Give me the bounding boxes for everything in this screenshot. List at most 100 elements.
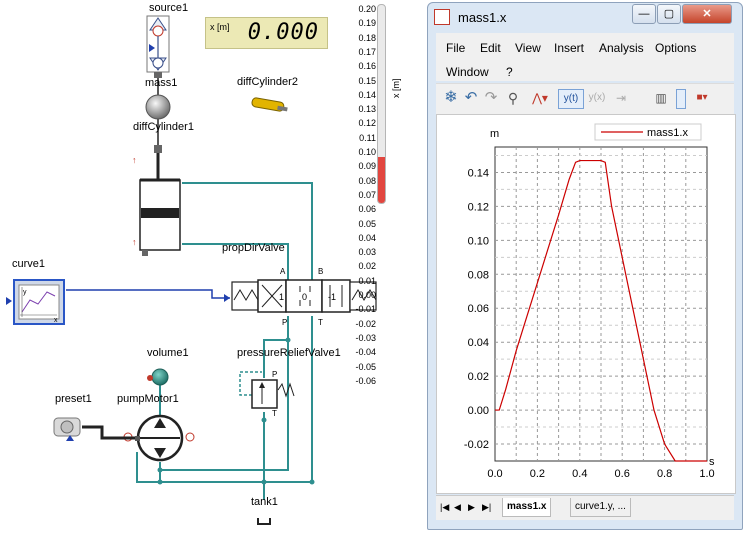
cylinder-rod-flange xyxy=(154,145,162,153)
diff-cylinder2-icon[interactable] xyxy=(251,97,288,112)
scale-tick-label: 0.03 xyxy=(358,247,376,258)
nav-last[interactable]: ▶| xyxy=(478,498,495,516)
port-p-label: P xyxy=(282,318,287,327)
scale-tick-label: -0.06 xyxy=(355,375,376,386)
scale-tick-label: 0.20 xyxy=(358,4,376,14)
plot-area[interactable]: 0.14 0.12 0.10 0.08 0.06 0.04 0.02 0.00 -0.02 0.0… xyxy=(436,114,736,494)
scale-tick-label: 0.18 xyxy=(358,32,376,43)
scale-tick-label: 0.11 xyxy=(359,132,376,143)
pressure-relief-valve-component[interactable] xyxy=(239,371,295,409)
menu-edit[interactable]: Edit xyxy=(480,41,501,55)
scale-tick-label: 0.17 xyxy=(358,46,376,57)
curve-icon[interactable]: ⋀▾ xyxy=(528,89,552,107)
menu-window[interactable]: Window xyxy=(446,65,489,79)
y-axis-label: m xyxy=(490,128,499,140)
scale-tick-label: 0.07 xyxy=(358,189,376,200)
x-tick-label: 0.2 xyxy=(530,468,545,480)
color-icon[interactable]: ■▾ xyxy=(692,89,712,107)
tab-bar: |◀ ◀ ▶ ▶| mass1.x curve1.y, ... xyxy=(436,495,734,520)
nav-prev[interactable]: ◀ xyxy=(450,498,465,516)
scale-tick-label: 0.02 xyxy=(358,261,376,272)
display-value: 0.000 xyxy=(247,20,319,45)
position-display: x [m] 0.000 xyxy=(205,17,328,49)
y-tick-label: 0.14 xyxy=(468,167,489,179)
curve-axis-y: y xyxy=(23,289,27,296)
x-tick-label: 1.0 xyxy=(699,468,714,480)
snowflake-icon[interactable]: ❄ xyxy=(442,89,460,107)
x-tick-label: 0.8 xyxy=(657,468,672,480)
menu-file[interactable]: File xyxy=(446,41,465,55)
zoom-icon[interactable]: ⚲ xyxy=(504,89,522,107)
scale-tick-label: -0.04 xyxy=(355,347,376,358)
mass-label: mass1 xyxy=(145,77,178,89)
scale-tick-label: 0.14 xyxy=(358,89,376,100)
diff-cylinder2-label: diffCylinder2 xyxy=(237,76,298,88)
y-tick-label: 0.00 xyxy=(468,405,489,417)
maximize-button[interactable]: ▢ xyxy=(657,4,681,24)
level-gauge xyxy=(377,4,386,204)
x-axis-label: s xyxy=(709,456,715,468)
undo-icon[interactable]: ↶ xyxy=(462,89,480,107)
menu-help[interactable]: ? xyxy=(506,65,513,79)
scale-tick-label: 0.12 xyxy=(358,118,376,129)
menu-bar: File Edit View Insert Analysis Options W… xyxy=(436,33,734,81)
yt-icon[interactable]: y(t) xyxy=(558,89,584,109)
window-titlebar[interactable]: mass1.x — ▢ ✕ xyxy=(428,3,742,31)
preset-label: preset1 xyxy=(55,393,92,405)
scale-tick-label: 0.09 xyxy=(358,161,376,172)
menu-analysis[interactable]: Analysis xyxy=(599,41,644,55)
gauge-unit: x [m] xyxy=(391,78,401,99)
x-tick-label: 0.4 xyxy=(572,468,587,480)
tab-mass1-x[interactable]: mass1.x xyxy=(502,498,552,517)
valve-pos-center: 0 xyxy=(302,292,307,302)
relief-port-p-label: P xyxy=(272,370,277,379)
diff-cylinder1-label: diffCylinder1 xyxy=(133,121,194,133)
yx-icon[interactable]: y(x) xyxy=(586,89,608,107)
source-label: source1 xyxy=(149,2,189,14)
close-button[interactable]: ✕ xyxy=(682,4,732,24)
scale-tick-label: 0.00 xyxy=(358,290,376,300)
y-tick-label: 0.02 xyxy=(468,371,489,383)
scale-tick-label: 0.16 xyxy=(358,61,376,72)
tank-label: tank1 xyxy=(251,496,278,508)
svg-text:↑: ↑ xyxy=(132,155,137,165)
y-tick-label: 0.12 xyxy=(468,201,489,213)
scale-tick-label: 0.08 xyxy=(358,175,376,186)
y-tick-label: 0.04 xyxy=(468,337,489,349)
source-component[interactable] xyxy=(146,15,170,73)
curve-axis-x: x xyxy=(54,317,58,324)
export-icon[interactable]: ⇥ xyxy=(612,89,630,107)
line-chart[interactable]: 0.14 0.12 0.10 0.08 0.06 0.04 0.02 0.00 -0.02 0.0… xyxy=(437,115,735,493)
scale-tick-label: 0.04 xyxy=(358,232,376,243)
pressure-relief-valve-label: pressureReliefValve1 xyxy=(237,347,341,359)
tank-component[interactable] xyxy=(257,518,271,525)
redo-icon[interactable]: ↷ xyxy=(482,89,500,107)
prop-dir-valve-label: propDirValve xyxy=(222,242,285,254)
volume-component[interactable] xyxy=(147,368,169,386)
marker-icon[interactable] xyxy=(676,89,686,109)
plot-window[interactable]: mass1.x — ▢ ✕ File Edit View Insert Anal… xyxy=(427,2,743,530)
menu-options[interactable]: Options xyxy=(655,41,696,55)
level-gauge-fill xyxy=(378,157,385,203)
preset-component[interactable] xyxy=(53,417,81,441)
minimize-button[interactable]: — xyxy=(632,4,656,24)
scale-tick-label: 0.01 xyxy=(358,275,376,286)
scale-tick-label: -0.02 xyxy=(355,318,376,329)
shaft-line xyxy=(82,425,135,440)
y-tick-label: 0.10 xyxy=(468,235,489,247)
scale-tick-label: 0.10 xyxy=(358,147,376,157)
menu-insert[interactable]: Insert xyxy=(554,41,584,55)
scale-tick-label: 0.15 xyxy=(358,75,376,86)
nav-next[interactable]: ▶ xyxy=(464,498,479,516)
bar-chart-icon[interactable]: ▥ xyxy=(652,89,670,107)
diff-cylinder1-component[interactable] xyxy=(139,153,181,256)
display-unit: x [m] xyxy=(210,22,230,32)
curve-label: curve1 xyxy=(12,258,46,270)
scale-tick-label: -0.05 xyxy=(355,361,376,372)
mass-component[interactable] xyxy=(145,94,171,120)
x-tick-label: 0.6 xyxy=(615,468,630,480)
tab-curve1-y[interactable]: curve1.y, ... xyxy=(570,498,631,517)
port-t-label: T xyxy=(318,318,323,327)
menu-view[interactable]: View xyxy=(515,41,541,55)
curve-input-port xyxy=(6,297,12,305)
